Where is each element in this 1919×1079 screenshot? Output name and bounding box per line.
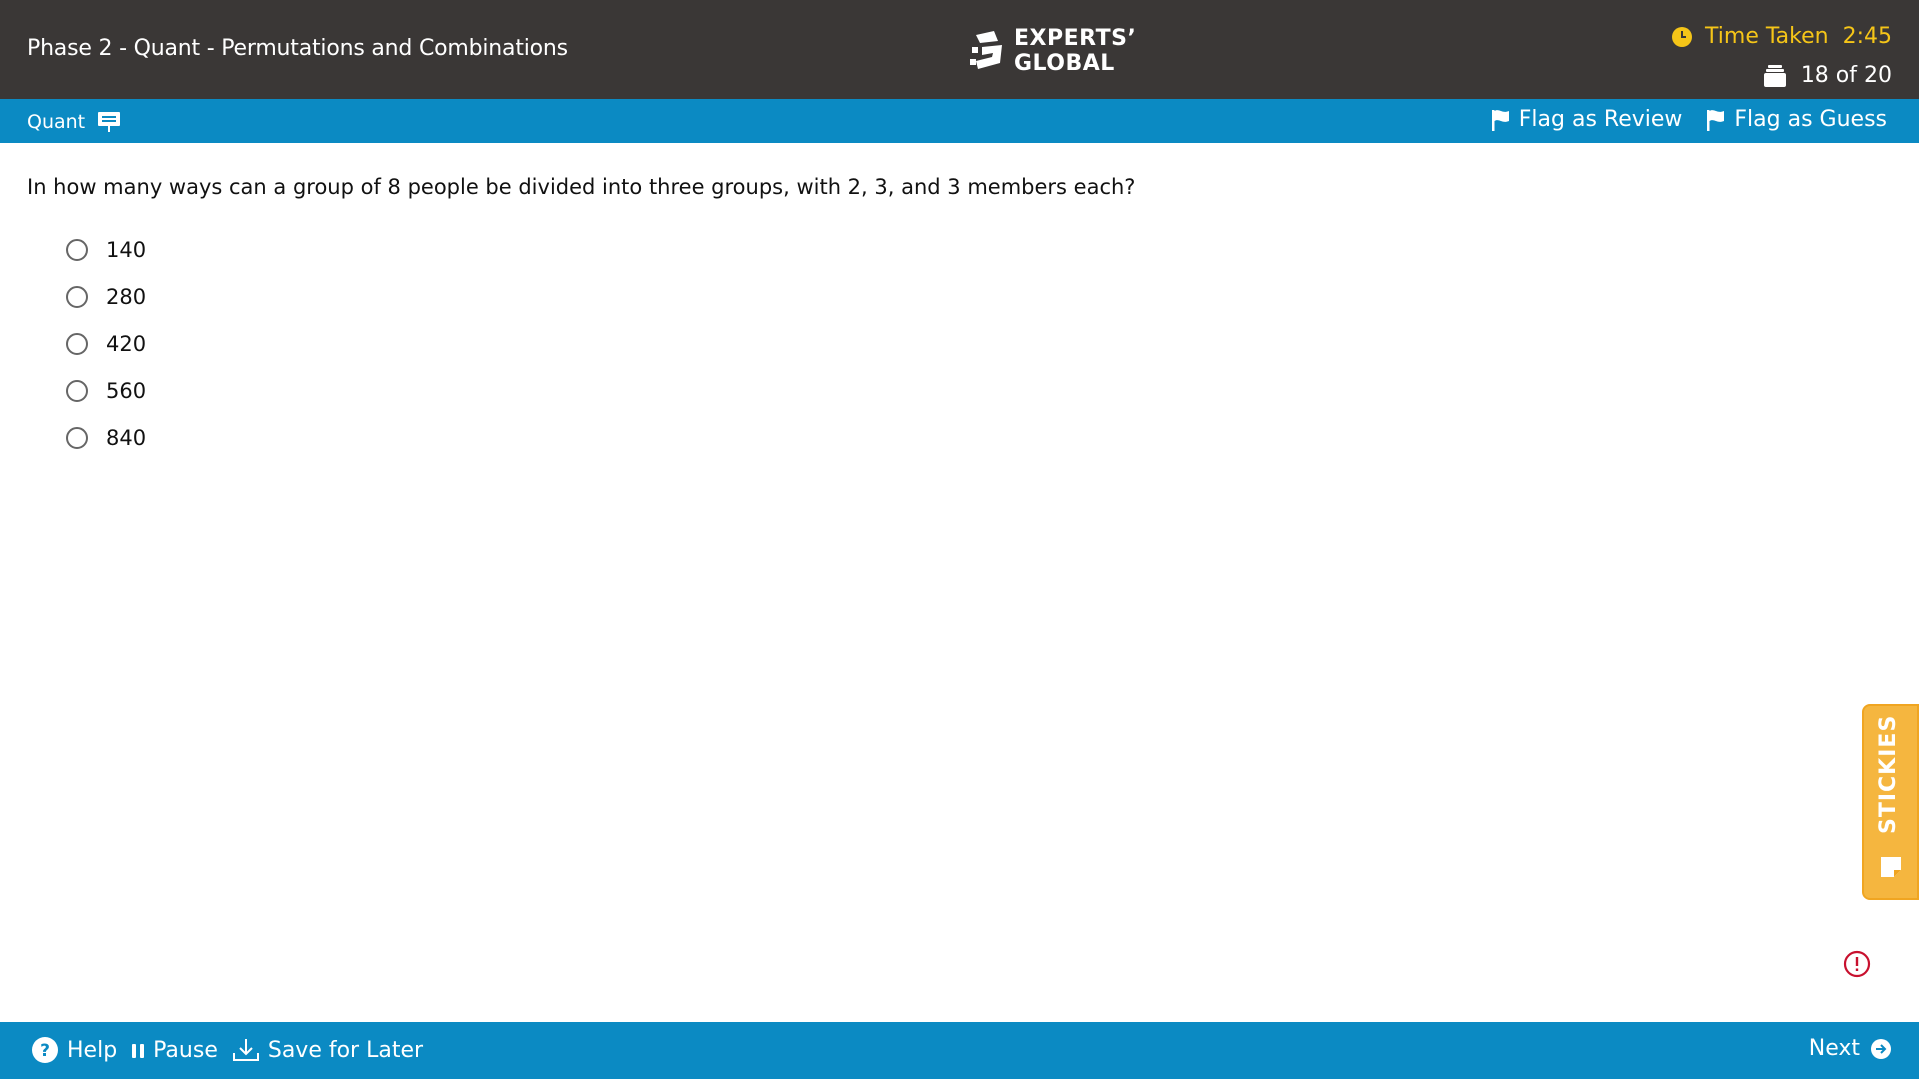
flag-controls: Flag as Review Flag as Guess xyxy=(1467,107,1887,132)
time-taken-label: Time Taken xyxy=(1705,24,1829,49)
answer-option-label: 140 xyxy=(106,237,147,262)
report-error-icon[interactable] xyxy=(1843,950,1871,978)
stickies-tab[interactable]: STICKIES xyxy=(1862,704,1919,900)
question-stack-icon xyxy=(1763,64,1786,87)
answer-option[interactable]: 140 xyxy=(66,226,146,273)
radio-button[interactable] xyxy=(66,238,88,261)
radio-button[interactable] xyxy=(66,285,88,308)
top-header: Phase 2 - Quant - Permutations and Combi… xyxy=(0,0,1919,99)
answer-options: 140 280 420 560 840 xyxy=(66,226,146,461)
whiteboard-icon[interactable] xyxy=(97,110,121,134)
question-counter-text: 18 of 20 xyxy=(1800,63,1892,88)
flag-icon xyxy=(1491,109,1509,131)
footer-left-controls: ? Help Pause Save for Later xyxy=(31,1036,437,1064)
radio-button[interactable] xyxy=(66,426,88,449)
flag-icon xyxy=(1707,109,1725,131)
arrow-right-icon xyxy=(1871,1038,1891,1059)
footer-bar: ? Help Pause Save for Later Next xyxy=(0,1022,1919,1079)
flag-as-guess-label: Flag as Guess xyxy=(1734,107,1887,132)
timer: Time Taken 2:45 xyxy=(1671,24,1892,49)
section-indicator: Quant xyxy=(27,110,121,134)
pause-label: Pause xyxy=(153,1037,218,1063)
sticky-note-icon xyxy=(1881,857,1901,877)
answer-option-label: 560 xyxy=(106,378,147,403)
answer-option[interactable]: 840 xyxy=(66,414,146,461)
logo-text: EXPERTS’ GLOBAL xyxy=(1014,26,1136,76)
next-label: Next xyxy=(1808,1036,1860,1061)
pause-button[interactable]: Pause xyxy=(131,1038,218,1063)
question-text: In how many ways can a group of 8 people… xyxy=(27,175,1136,199)
radio-button[interactable] xyxy=(66,379,88,402)
help-icon: ? xyxy=(32,1037,58,1063)
flag-as-review-button[interactable]: Flag as Review xyxy=(1491,107,1683,132)
answer-option-label: 280 xyxy=(106,284,147,309)
answer-option[interactable]: 280 xyxy=(66,273,146,320)
save-for-later-label: Save for Later xyxy=(267,1037,424,1063)
time-taken-value: 2:45 xyxy=(1842,24,1892,49)
help-label: Help xyxy=(67,1037,118,1063)
help-button[interactable]: ? Help xyxy=(31,1036,117,1064)
section-label: Quant xyxy=(27,111,86,133)
download-icon xyxy=(232,1039,259,1061)
page-title: Phase 2 - Quant - Permutations and Combi… xyxy=(27,36,568,61)
logo-line-2: GLOBAL xyxy=(1014,51,1115,76)
save-for-later-button[interactable]: Save for Later xyxy=(232,1037,423,1063)
pause-icon xyxy=(132,1044,145,1058)
clock-icon xyxy=(1672,26,1693,47)
experts-global-logo: EXPERTS’ GLOBAL xyxy=(968,26,1136,76)
svg-text:?: ? xyxy=(40,1041,50,1061)
answer-option[interactable]: 420 xyxy=(66,320,146,367)
flag-as-guess-button[interactable]: Flag as Guess xyxy=(1706,107,1887,132)
stickies-label: STICKIES xyxy=(1876,714,1901,834)
flag-as-review-label: Flag as Review xyxy=(1518,107,1683,132)
answer-option[interactable]: 560 xyxy=(66,367,146,414)
logo-mark-icon xyxy=(970,31,1002,69)
logo-line-1: EXPERTS’ xyxy=(1014,26,1137,51)
section-bar: Quant Flag as Review Flag as Guess xyxy=(0,99,1919,143)
next-button[interactable]: Next xyxy=(1809,1036,1892,1061)
question-counter: 18 of 20 xyxy=(1763,63,1892,88)
answer-option-label: 420 xyxy=(106,331,147,356)
radio-button[interactable] xyxy=(66,332,88,355)
answer-option-label: 840 xyxy=(106,425,147,450)
